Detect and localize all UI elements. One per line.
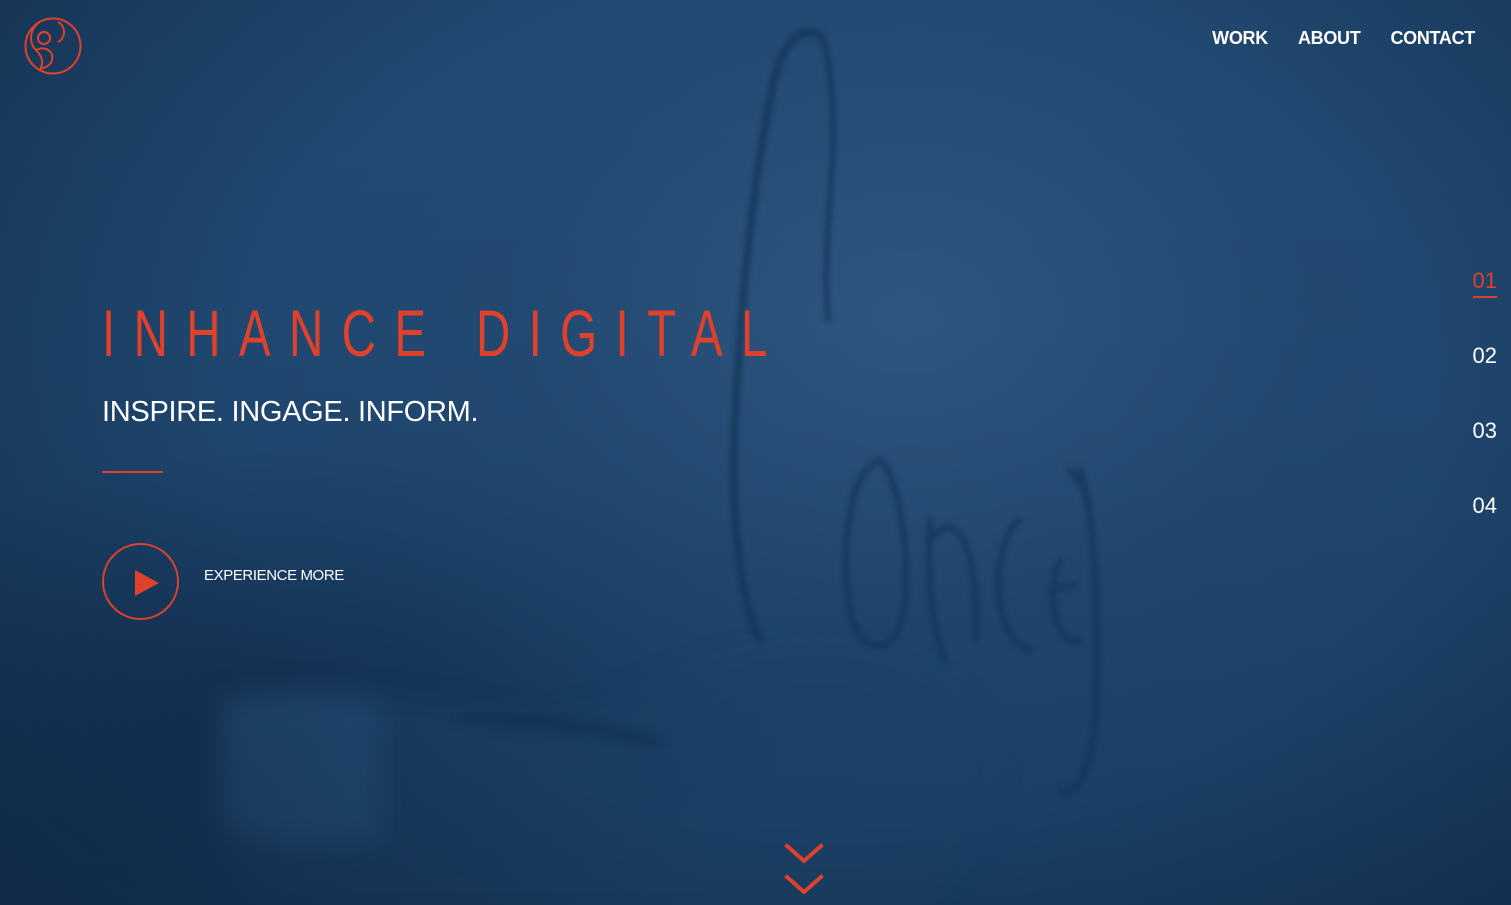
nav-contact-link[interactable]: CONTACT: [1390, 28, 1475, 49]
nav-work-link[interactable]: WORK: [1212, 28, 1268, 49]
pager-item-label: 04: [1472, 493, 1497, 518]
hero-divider: [102, 471, 163, 473]
hero-title: INHANCE DIGITAL: [102, 296, 786, 370]
double-chevron-down-icon: [784, 843, 824, 895]
pager-item-01[interactable]: 01: [1465, 268, 1497, 343]
inhance-logo-icon[interactable]: [22, 16, 82, 76]
experience-more-label[interactable]: EXPERIENCE MORE: [204, 567, 344, 584]
scroll-down-button[interactable]: [784, 842, 824, 898]
pager-item-label: 03: [1472, 418, 1497, 443]
experience-more-button[interactable]: EXPERIENCE MORE: [102, 543, 344, 620]
pager-item-03[interactable]: 03: [1465, 418, 1497, 493]
hero-content: INHANCE DIGITAL INSPIRE. INGAGE. INFORM.: [102, 300, 1052, 473]
pager-item-label: 01: [1472, 268, 1497, 298]
nav-about-link[interactable]: ABOUT: [1298, 28, 1361, 49]
pager-item-02[interactable]: 02: [1465, 343, 1497, 418]
hero-tagline: INSPIRE. INGAGE. INFORM.: [102, 396, 479, 428]
play-button[interactable]: [102, 543, 179, 620]
play-icon: [135, 570, 159, 596]
slide-pager: 01 02 03 04: [1465, 268, 1497, 568]
pager-item-label: 02: [1472, 343, 1497, 368]
top-nav: WORK ABOUT CONTACT: [1212, 28, 1475, 49]
pager-item-04[interactable]: 04: [1465, 493, 1497, 568]
